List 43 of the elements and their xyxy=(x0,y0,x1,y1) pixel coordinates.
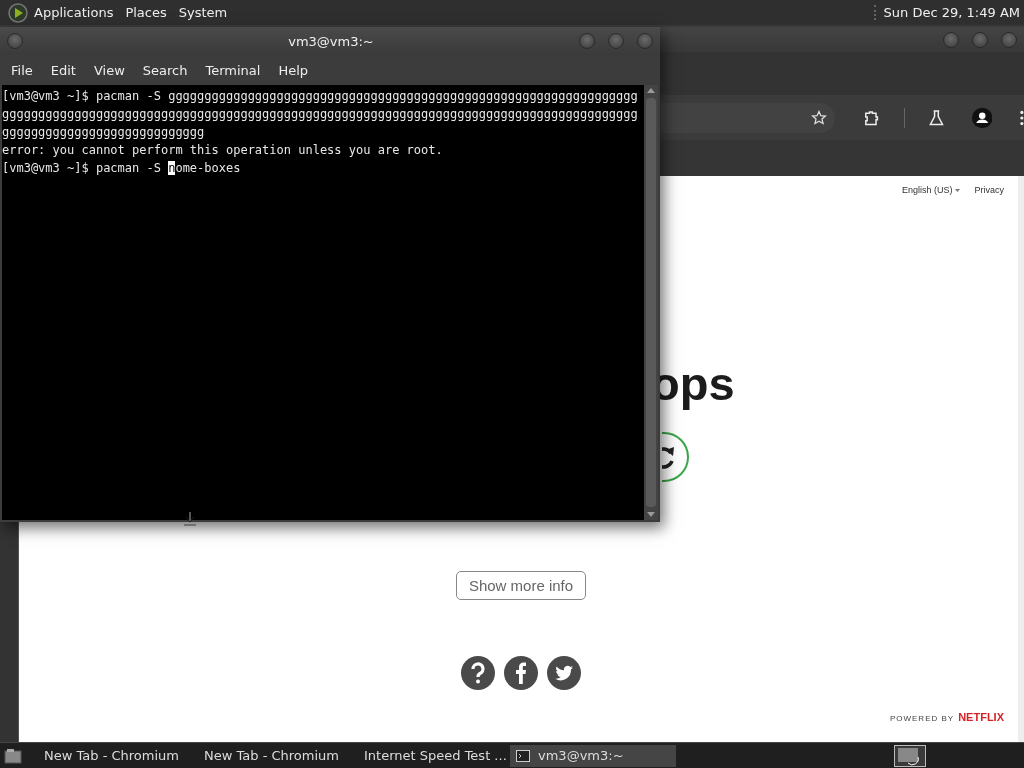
taskbar-item[interactable]: New Tab - Chromium xyxy=(190,744,342,767)
window-button[interactable] xyxy=(637,33,653,49)
window-button[interactable] xyxy=(972,31,988,48)
terminal-line: [vm3@vm3 ~]$ pacman -S nome-boxes xyxy=(2,160,242,177)
reload-button[interactable] xyxy=(662,431,690,483)
logo-icon[interactable] xyxy=(8,2,28,23)
download-icon xyxy=(182,511,198,527)
terminal-line: error: you cannot perform this operation unless you are root. xyxy=(2,142,444,159)
window-button[interactable] xyxy=(1001,31,1017,48)
menu-icon[interactable] xyxy=(1020,109,1024,126)
menu-item[interactable]: View xyxy=(84,62,134,78)
scrollbar[interactable] xyxy=(644,85,658,520)
menu-item[interactable]: Help xyxy=(269,62,318,78)
help-icon[interactable] xyxy=(461,656,495,690)
window-button[interactable] xyxy=(7,33,23,49)
clock[interactable]: Sun Dec 29, 1:49 AM xyxy=(873,5,1020,20)
netflix-credit: POWERED BY NETFLIX xyxy=(889,711,1004,723)
menu-item[interactable]: Edit xyxy=(41,62,85,78)
workspace-switcher-icon[interactable] xyxy=(894,744,926,767)
flask-icon[interactable] xyxy=(928,108,944,127)
show-more-info-button[interactable]: Show more info xyxy=(456,571,586,600)
menu-item[interactable]: File xyxy=(2,62,42,78)
taskbar-item[interactable]: vm3@vm3:~ xyxy=(510,744,676,767)
menu-item[interactable]: Search xyxy=(133,62,197,78)
panel-menu[interactable]: Places xyxy=(125,5,167,20)
puzzle-icon[interactable] xyxy=(863,108,881,127)
star-icon[interactable] xyxy=(811,109,828,126)
panel-menu[interactable]: Applications xyxy=(34,5,114,20)
window-button[interactable] xyxy=(579,33,595,49)
privacy-link[interactable]: Privacy xyxy=(974,185,1004,195)
window-title: vm3@vm3:~ xyxy=(287,33,375,49)
twitter-icon[interactable] xyxy=(547,656,581,690)
window-button[interactable] xyxy=(943,31,959,48)
facebook-icon[interactable] xyxy=(504,656,538,690)
language-selector[interactable]: English (US) xyxy=(901,185,953,195)
show-desktop-icon[interactable] xyxy=(4,747,22,764)
profile-icon[interactable] xyxy=(971,106,993,129)
menu-item[interactable]: Terminal xyxy=(196,62,270,78)
window-button[interactable] xyxy=(608,33,624,49)
taskbar-item[interactable]: New Tab - Chromium xyxy=(30,744,182,767)
terminal-icon xyxy=(516,749,530,762)
caret-icon[interactable] xyxy=(955,188,961,192)
panel-menu[interactable]: System xyxy=(178,5,228,20)
